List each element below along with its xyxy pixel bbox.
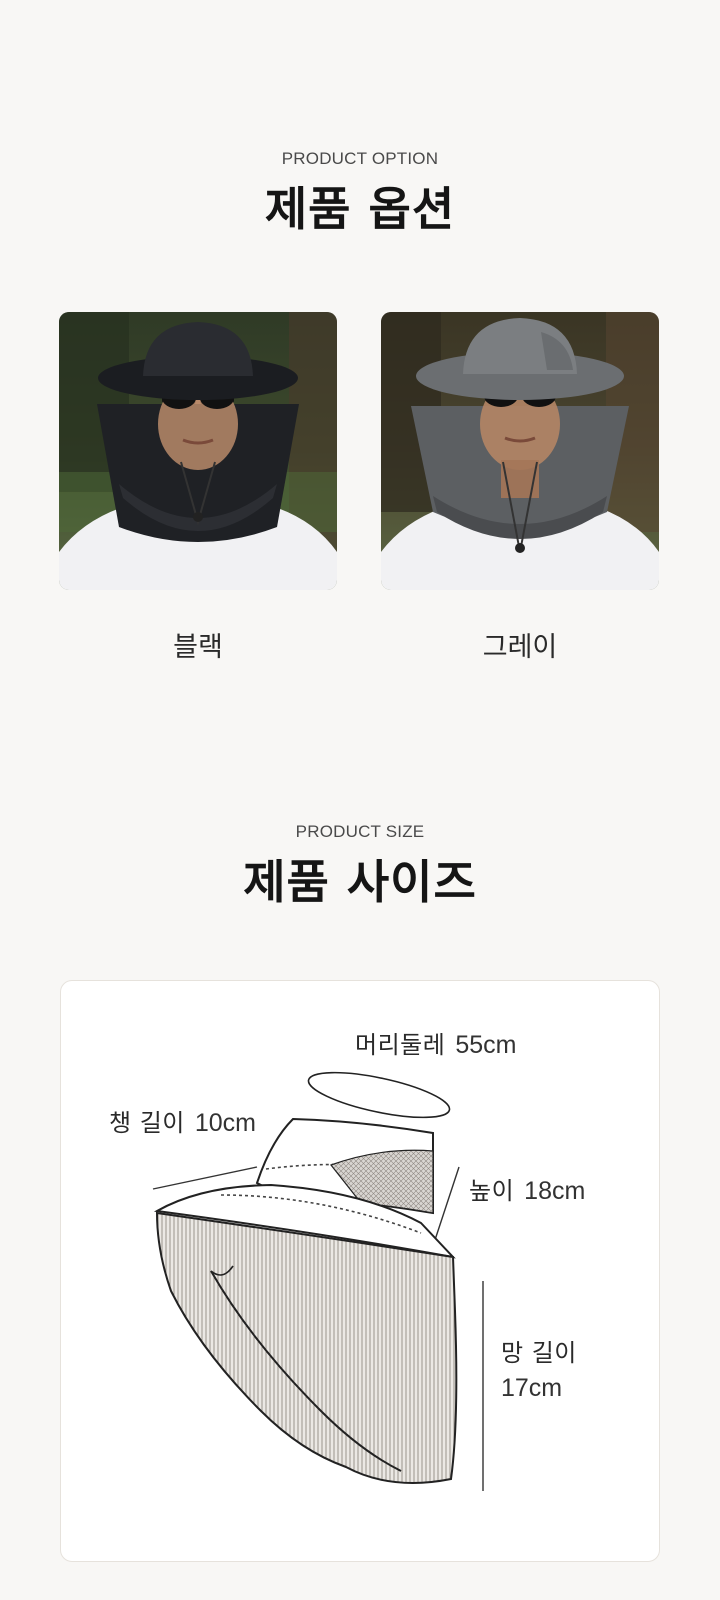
option-eyebrow: PRODUCT OPTION: [281, 149, 439, 168]
option-photo-black[interactable]: [59, 312, 337, 590]
dim-head-name: 머리둘레: [355, 1031, 446, 1059]
option-label-gray: 그레이: [482, 632, 558, 663]
hat-line-drawing-icon: [152, 1071, 484, 1491]
dim-brim-value: 10cm: [194, 1109, 257, 1137]
dim-head-value: 55cm: [455, 1031, 517, 1059]
dim-height-value: 18cm: [524, 1177, 586, 1205]
dim-mesh-value: 17cm: [501, 1374, 563, 1402]
option-title: 제품 옵션: [264, 182, 456, 236]
dim-head-circumference: 머리둘레 55cm: [355, 1025, 516, 1060]
option-label-black: 블랙: [173, 632, 223, 663]
dim-height-name: 높이: [469, 1177, 515, 1205]
size-diagram-card: 머리둘레 55cm 챙 길이 10cm 높이 18cm 망 길이 17cm: [60, 980, 660, 1562]
dim-brim-name: 챙 길이: [109, 1109, 185, 1137]
hat-black-photo-icon: [59, 312, 337, 590]
size-title: 제품 사이즈: [243, 855, 477, 909]
hat-gray-photo-icon: [381, 312, 659, 590]
dim-height: 높이 18cm: [469, 1171, 585, 1206]
dim-brim-length: 챙 길이 10cm: [109, 1103, 256, 1138]
option-photo-gray[interactable]: [381, 312, 659, 590]
dim-mesh-name: 망 길이: [501, 1339, 577, 1367]
dim-mesh-length: 망 길이 17cm: [501, 1333, 577, 1403]
size-eyebrow: PRODUCT SIZE: [295, 822, 425, 841]
